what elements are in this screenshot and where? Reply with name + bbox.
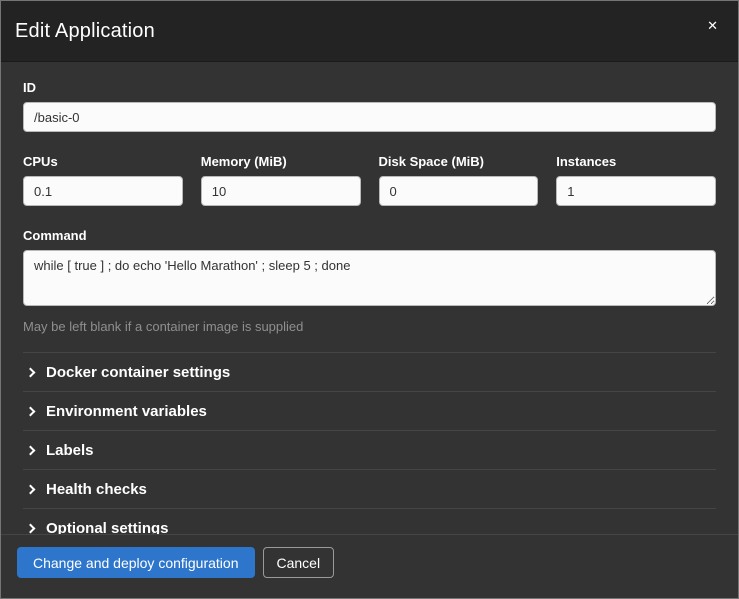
cancel-button[interactable]: Cancel: [263, 547, 335, 578]
cpus-label: CPUs: [23, 154, 183, 169]
section-label: Docker container settings: [46, 364, 230, 381]
chevron-right-icon: [26, 523, 36, 533]
command-help-text: May be left blank if a container image i…: [23, 319, 716, 334]
modal-body: ID CPUs Memory (MiB) Disk Space (MiB) In…: [1, 62, 738, 534]
change-and-deploy-button[interactable]: Change and deploy configuration: [17, 547, 255, 578]
section-health-checks[interactable]: Health checks: [23, 469, 716, 508]
command-label: Command: [23, 228, 716, 243]
id-field: ID: [23, 80, 716, 132]
cpus-input[interactable]: [23, 176, 183, 206]
command-input[interactable]: while [ true ] ; do echo 'Hello Marathon…: [23, 250, 716, 306]
section-docker-container-settings[interactable]: Docker container settings: [23, 352, 716, 391]
modal-title: Edit Application: [15, 20, 155, 43]
disk-space-label: Disk Space (MiB): [379, 154, 539, 169]
command-field: Command while [ true ] ; do echo 'Hello …: [23, 228, 716, 334]
instances-field: Instances: [556, 154, 716, 206]
id-input[interactable]: [23, 102, 716, 132]
memory-input[interactable]: [201, 176, 361, 206]
section-environment-variables[interactable]: Environment variables: [23, 391, 716, 430]
memory-field: Memory (MiB): [201, 154, 361, 206]
section-label: Environment variables: [46, 403, 207, 420]
disk-space-field: Disk Space (MiB): [379, 154, 539, 206]
collapsible-sections: Docker container settings Environment va…: [23, 352, 716, 534]
memory-label: Memory (MiB): [201, 154, 361, 169]
chevron-right-icon: [26, 484, 36, 494]
section-label: Labels: [46, 442, 94, 459]
modal-header: Edit Application ✕: [1, 1, 738, 62]
section-labels[interactable]: Labels: [23, 430, 716, 469]
chevron-right-icon: [26, 445, 36, 455]
edit-application-modal: Edit Application ✕ ID CPUs Memory (MiB) …: [0, 0, 739, 599]
disk-space-input[interactable]: [379, 176, 539, 206]
close-icon[interactable]: ✕: [703, 15, 722, 36]
instances-label: Instances: [556, 154, 716, 169]
chevron-right-icon: [26, 406, 36, 416]
instances-input[interactable]: [556, 176, 716, 206]
id-label: ID: [23, 80, 716, 95]
section-label: Health checks: [46, 481, 147, 498]
resources-row: CPUs Memory (MiB) Disk Space (MiB) Insta…: [23, 154, 716, 206]
cpus-field: CPUs: [23, 154, 183, 206]
chevron-right-icon: [26, 367, 36, 377]
modal-footer: Change and deploy configuration Cancel: [1, 534, 738, 598]
section-optional-settings[interactable]: Optional settings: [23, 508, 716, 534]
section-label: Optional settings: [46, 520, 169, 535]
